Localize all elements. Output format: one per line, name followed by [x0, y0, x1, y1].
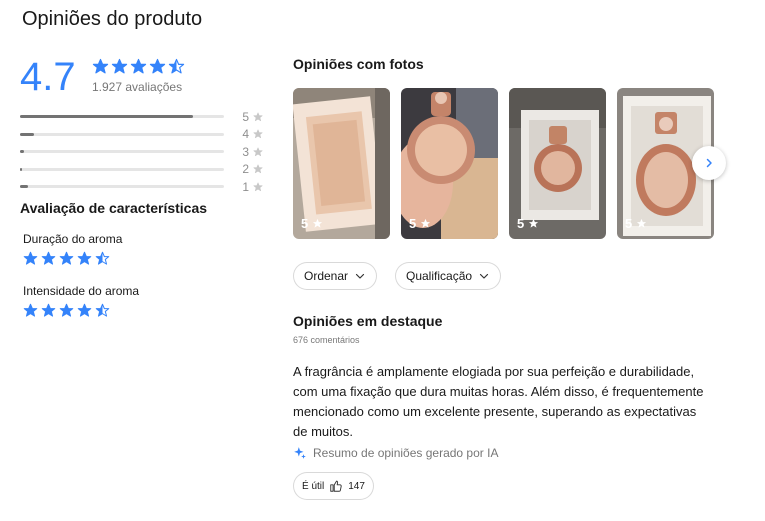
distribution-bar-track — [20, 167, 224, 171]
star-icon — [313, 218, 323, 228]
photo-rating-4: 5 — [625, 216, 647, 231]
star-full-icon — [59, 251, 74, 265]
star-full-icon — [253, 164, 263, 174]
star-half-icon — [95, 251, 110, 265]
distribution-bar-track — [20, 150, 224, 154]
distribution-bar-fill — [20, 150, 25, 154]
characteristic-name-duration: Duração do aroma — [23, 232, 123, 246]
characteristics-title: Avaliação de características — [20, 200, 208, 216]
photo-rating-2: 5 — [409, 216, 431, 231]
distribution-row: 2 — [20, 161, 265, 179]
photo-rating-1: 5 — [301, 216, 323, 231]
photo-carousel: 5 5 5 5 — [293, 88, 714, 239]
distribution-row: 3 — [20, 143, 265, 161]
star-full-icon — [253, 129, 263, 139]
thumbs-up-icon — [330, 480, 342, 492]
star-full-icon — [41, 303, 56, 317]
chevron-down-icon — [355, 273, 365, 279]
star-full-icon — [253, 112, 263, 121]
carousel-next-button[interactable] — [692, 146, 726, 180]
ai-summary-note: Resumo de opiniões gerado por IA — [293, 446, 498, 460]
star-full-icon — [253, 182, 263, 191]
average-stars — [92, 58, 185, 75]
rating-distribution: 5 4 3 2 1 — [20, 108, 265, 196]
distribution-label: 1 — [242, 179, 249, 194]
star-half-icon — [168, 58, 185, 74]
star-icon — [421, 218, 431, 228]
distribution-row: 4 — [20, 126, 265, 144]
review-photo-1[interactable]: 5 — [293, 88, 390, 239]
sort-dropdown[interactable]: Ordenar — [293, 262, 378, 290]
comment-count: 676 comentários — [293, 335, 360, 345]
characteristic-name-intensity: Intensidade do aroma — [23, 284, 140, 298]
photos-section-title: Opiniões com fotos — [293, 56, 424, 72]
characteristic-stars-duration — [23, 251, 110, 266]
useful-count: 147 — [348, 480, 365, 492]
photo-rating-3: 5 — [517, 216, 539, 231]
chevron-down-icon — [479, 273, 489, 279]
chevron-right-icon — [706, 158, 712, 168]
star-half-icon — [95, 303, 110, 317]
distribution-bar-track — [20, 132, 224, 136]
distribution-label: 4 — [242, 127, 249, 142]
page-title: Opiniões do produto — [22, 8, 203, 30]
star-icon — [637, 218, 647, 228]
distribution-label: 2 — [242, 162, 249, 177]
distribution-bar-track — [20, 115, 224, 119]
distribution-label: 3 — [242, 144, 249, 159]
star-full-icon — [77, 251, 92, 265]
distribution-row: 5 — [20, 108, 265, 126]
characteristic-stars-intensity — [23, 303, 110, 318]
star-full-icon — [253, 147, 263, 156]
review-photo-2[interactable]: 5 — [401, 88, 498, 239]
star-full-icon — [59, 303, 74, 317]
ai-summary-text: A fragrância é amplamente elogiada por s… — [293, 364, 704, 439]
distribution-bar-fill — [20, 115, 194, 119]
rating-count: 1.927 avaliações — [92, 80, 183, 94]
sparkle-icon — [294, 447, 306, 459]
useful-button[interactable]: É útil 147 — [293, 472, 374, 500]
star-full-icon — [149, 58, 166, 74]
distribution-label: 5 — [242, 109, 249, 124]
star-full-icon — [111, 58, 128, 74]
distribution-bar-track — [20, 185, 224, 189]
distribution-bar-fill — [20, 167, 23, 171]
sort-label: Ordenar — [304, 269, 349, 283]
distribution-bar-fill — [20, 132, 35, 136]
star-full-icon — [23, 251, 38, 265]
average-score: 4.7 — [20, 55, 76, 99]
star-icon — [529, 218, 539, 228]
ai-note-label: Resumo de opiniões gerado por IA — [313, 446, 499, 460]
useful-label: É útil — [302, 480, 325, 492]
featured-section-title: Opiniões em destaque — [293, 313, 443, 329]
rating-filter-dropdown[interactable]: Qualificação — [395, 262, 502, 290]
star-full-icon — [92, 58, 109, 74]
rating-filter-label: Qualificação — [406, 269, 473, 283]
star-full-icon — [41, 251, 56, 265]
review-photo-3[interactable]: 5 — [509, 88, 606, 239]
star-full-icon — [77, 303, 92, 317]
distribution-bar-fill — [20, 185, 29, 189]
distribution-row: 1 — [20, 178, 265, 196]
star-full-icon — [130, 58, 147, 74]
star-full-icon — [23, 303, 38, 317]
